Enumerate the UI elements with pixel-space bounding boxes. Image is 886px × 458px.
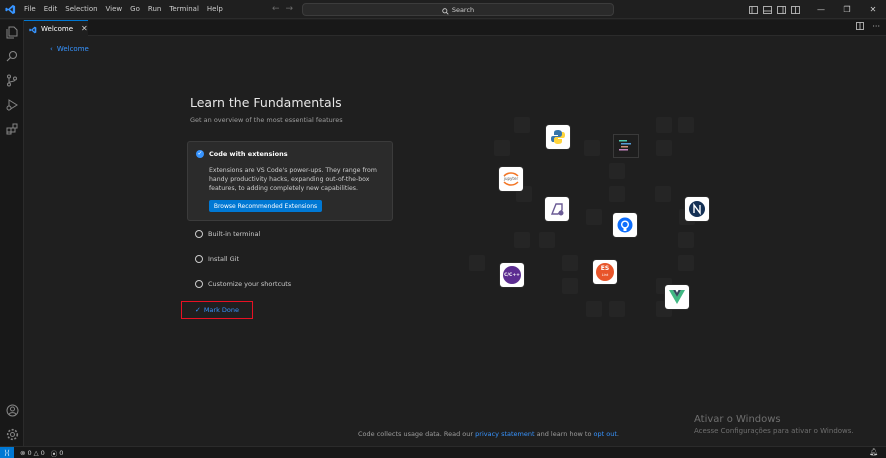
step-card-active[interactable]: ✓ Code with extensions Extensions are VS… bbox=[187, 141, 393, 221]
search-icon bbox=[442, 0, 449, 19]
menu-terminal[interactable]: Terminal bbox=[165, 0, 203, 19]
activity-bar bbox=[0, 20, 24, 446]
more-actions-icon[interactable]: ··· bbox=[872, 22, 880, 32]
nx-console-logo-icon bbox=[685, 197, 709, 221]
step-label: Install Git bbox=[208, 255, 240, 263]
broadcast-icon: ⦿ bbox=[50, 449, 58, 458]
problems-indicator[interactable]: ⊗ 0 △ 0 bbox=[14, 449, 45, 457]
minimize-icon[interactable]: — bbox=[808, 0, 834, 19]
editor-actions: ··· bbox=[856, 22, 880, 32]
arrow-left-icon[interactable]: ← bbox=[272, 3, 280, 15]
close-icon[interactable]: ✕ bbox=[81, 24, 88, 33]
vue-logo-icon bbox=[665, 285, 689, 309]
error-icon: ⊗ bbox=[20, 448, 26, 457]
back-link-label: Welcome bbox=[56, 45, 89, 53]
extensions-icon[interactable] bbox=[4, 121, 20, 137]
vscode-logo-icon bbox=[0, 0, 20, 19]
windows-activation-title: Ativar o Windows bbox=[694, 414, 781, 425]
navigation-arrows: ← → bbox=[272, 3, 293, 15]
settings-gear-icon[interactable] bbox=[4, 426, 20, 442]
ports-count: 0 bbox=[59, 448, 64, 457]
tab-welcome[interactable]: Welcome ✕ bbox=[24, 20, 88, 36]
eslint-logo-icon: ES Lint bbox=[593, 260, 617, 284]
title-bar: File Edit Selection View Go Run Terminal… bbox=[0, 0, 886, 19]
menu-selection[interactable]: Selection bbox=[61, 0, 101, 19]
menu-bar: File Edit Selection View Go Run Terminal… bbox=[20, 0, 227, 19]
remote-explorer-logo-icon bbox=[545, 197, 569, 221]
menu-file[interactable]: File bbox=[20, 0, 40, 19]
notifications-bell-icon[interactable]: 🔔︎ bbox=[869, 448, 878, 456]
editor-tab-bar: Welcome ✕ ··· bbox=[24, 20, 886, 36]
telemetry-notice: Code collects usage data. Read our priva… bbox=[358, 430, 619, 438]
account-icon[interactable] bbox=[4, 402, 20, 418]
menu-go[interactable]: Go bbox=[126, 0, 144, 19]
command-center-search[interactable]: Search bbox=[302, 3, 614, 16]
customize-layout-icon[interactable] bbox=[788, 0, 802, 19]
python-logo-icon bbox=[546, 125, 570, 149]
github-logo-icon bbox=[613, 213, 637, 237]
menu-help[interactable]: Help bbox=[203, 0, 227, 19]
check-icon: ✓ bbox=[194, 306, 201, 314]
empty-circle-icon[interactable] bbox=[195, 255, 203, 263]
status-bar: ⟩⟨ ⊗ 0 △ 0 ⦿ 0 🔔︎ bbox=[0, 446, 886, 458]
windows-activation-subtitle: Acesse Configurações para ativar o Windo… bbox=[694, 427, 854, 435]
jupyter-logo-icon: jupyter bbox=[499, 167, 523, 191]
step-description: Extensions are VS Code's power-ups. They… bbox=[209, 167, 377, 192]
toggle-panel-icon[interactable] bbox=[760, 0, 774, 19]
menu-view[interactable]: View bbox=[102, 0, 127, 19]
toggle-primary-sidebar-icon[interactable] bbox=[746, 0, 760, 19]
mark-done-label: Mark Done bbox=[203, 306, 240, 314]
step-item-terminal[interactable]: Built-in terminal bbox=[195, 229, 260, 239]
step-label: Built-in terminal bbox=[208, 230, 261, 238]
menu-edit[interactable]: Edit bbox=[40, 0, 62, 19]
warning-icon: △ bbox=[33, 448, 39, 457]
welcome-page: ‹ Welcome Learn the Fundamentals Get an … bbox=[24, 36, 886, 446]
browse-extensions-button[interactable]: Browse Recommended Extensions bbox=[209, 200, 322, 212]
privacy-statement-link[interactable]: privacy statement bbox=[475, 430, 534, 438]
search-label: Search bbox=[451, 5, 475, 14]
code-editor-icon bbox=[613, 134, 639, 158]
menu-run[interactable]: Run bbox=[144, 0, 165, 19]
step-item-git[interactable]: Install Git bbox=[195, 254, 239, 264]
explorer-icon[interactable] bbox=[4, 24, 20, 40]
step-label: Customize your shortcuts bbox=[208, 280, 292, 288]
run-debug-icon[interactable] bbox=[4, 97, 20, 113]
step-title: Code with extensions bbox=[209, 150, 288, 158]
step-item-shortcuts[interactable]: Customize your shortcuts bbox=[195, 279, 291, 289]
tab-label: Welcome bbox=[41, 24, 74, 33]
title-bar-controls: — ❐ ✕ bbox=[746, 0, 886, 19]
error-count: 0 bbox=[27, 448, 32, 457]
walkthrough-title: Learn the Fundamentals bbox=[190, 95, 342, 110]
split-editor-icon[interactable] bbox=[856, 22, 865, 32]
toggle-secondary-sidebar-icon[interactable] bbox=[774, 0, 788, 19]
chevron-left-icon: ‹ bbox=[50, 45, 53, 53]
telemetry-suffix: . bbox=[616, 430, 619, 438]
mark-done-button[interactable]: ✓ Mark Done bbox=[181, 301, 253, 319]
restore-icon[interactable]: ❐ bbox=[834, 0, 860, 19]
close-window-icon[interactable]: ✕ bbox=[860, 0, 886, 19]
source-control-icon[interactable] bbox=[4, 72, 20, 88]
opt-out-link[interactable]: opt out bbox=[594, 430, 617, 438]
back-to-welcome-link[interactable]: ‹ Welcome bbox=[50, 45, 89, 53]
remote-indicator-icon[interactable]: ⟩⟨ bbox=[0, 446, 14, 458]
search-view-icon[interactable] bbox=[4, 48, 20, 64]
walkthrough-subtitle: Get an overview of the most essential fe… bbox=[190, 116, 343, 124]
arrow-right-icon[interactable]: → bbox=[286, 3, 294, 15]
checkmark-circle-icon[interactable]: ✓ bbox=[196, 150, 204, 158]
empty-circle-icon[interactable] bbox=[195, 230, 203, 238]
cpp-logo-icon: C/C++ bbox=[500, 263, 524, 287]
telemetry-text: Code collects usage data. Read our bbox=[358, 430, 474, 438]
ports-indicator[interactable]: ⦿ 0 bbox=[45, 448, 64, 458]
empty-circle-icon[interactable] bbox=[195, 280, 203, 288]
telemetry-text-middle: and learn how to bbox=[536, 430, 592, 438]
